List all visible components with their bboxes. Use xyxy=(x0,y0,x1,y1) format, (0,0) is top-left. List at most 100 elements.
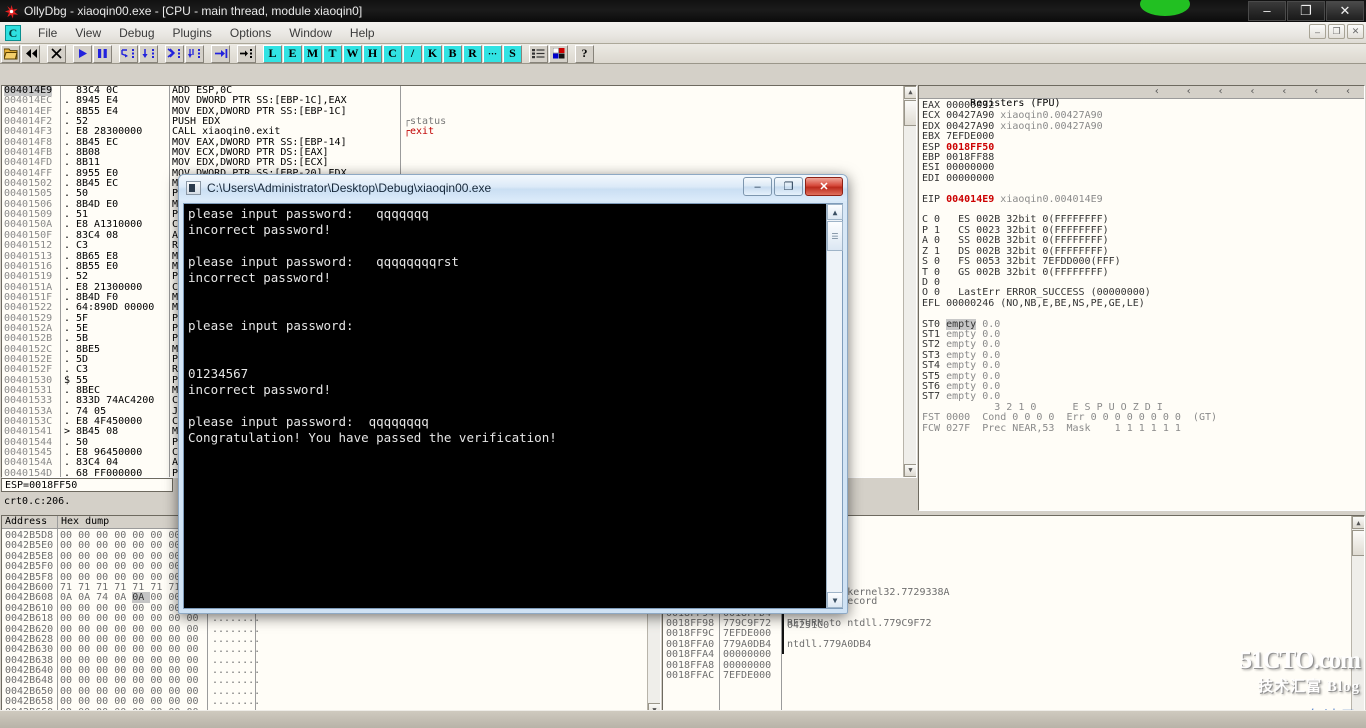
pause-button[interactable] xyxy=(93,44,112,63)
hexdump-row[interactable]: 0042B650 00 00 00 00 00 00 00 00........ xyxy=(2,685,646,697)
disassembly-row[interactable]: 004014FD. 8B11 MOV EDX,DWORD PTR DS:[ECX] xyxy=(2,158,916,169)
console-window[interactable]: C:\Users\Administrator\Desktop\Debug\xia… xyxy=(178,174,848,614)
step-over-button[interactable] xyxy=(139,44,158,63)
handles-button[interactable]: H xyxy=(363,44,382,63)
registers-column-arrows: ‹ ‹ ‹ ‹ ‹ ‹ ‹ xyxy=(1141,86,1364,98)
desktop-close-button[interactable]: ✕ xyxy=(1326,1,1364,21)
console-output: please input password: qqqqqqq incorrect… xyxy=(188,206,557,445)
desktop-minimize-button[interactable]: – xyxy=(1248,1,1286,21)
references-button[interactable]: R xyxy=(463,44,482,63)
hexdump-row[interactable]: 0042B618 00 00 00 00 00 00 00 00........ xyxy=(2,613,646,624)
hexdump-row[interactable]: 0042B620 00 00 00 00 00 00 00 00........ xyxy=(2,624,646,635)
hexdump-ascii: ........ xyxy=(212,685,261,697)
hexdump-address: 0042B600 xyxy=(5,581,54,593)
desktop-titlebar: OllyDbg - xiaoqin00.exe - [CPU - main th… xyxy=(0,0,1366,22)
list-icon-button[interactable] xyxy=(529,44,548,63)
hexdump-row[interactable]: 0042B658 00 00 00 00 00 00 00 00........ xyxy=(2,696,646,708)
menu-item-view[interactable]: View xyxy=(66,24,110,43)
col-arrow-4[interactable]: ‹ xyxy=(1237,86,1269,98)
console-scroll-thumb[interactable]: ☰ xyxy=(827,221,843,251)
help-button[interactable]: ? xyxy=(575,44,594,63)
disassembly-row[interactable]: 004014EF. 8B55 E4 MOV EDX,DWORD PTR SS:[EB… xyxy=(2,106,916,117)
desktop-maximize-button[interactable]: ❐ xyxy=(1287,1,1325,21)
scroll-down-icon[interactable]: ▼ xyxy=(904,464,916,477)
disassembly-scrollbar[interactable]: ▲ ▼ xyxy=(903,86,916,477)
mdi-minimize-button[interactable]: – xyxy=(1309,24,1326,39)
hexdump-row[interactable]: 0042B628 00 00 00 00 00 00 00 00........ xyxy=(2,634,646,645)
registers-title: Registers (FPU) xyxy=(970,98,1061,109)
console-scroll-down-icon[interactable]: ▼ xyxy=(827,592,843,608)
disassembly-row[interactable]: 004014F8. 8B45 EC MOV EAX,DWORD PTR SS:[EB… xyxy=(2,137,916,148)
col-arrow-3[interactable]: ‹ xyxy=(1205,86,1237,98)
menu-item-plugins[interactable]: Plugins xyxy=(164,24,221,43)
stack-address: 0018FFA4 xyxy=(666,649,715,661)
patches-button[interactable]: / xyxy=(403,44,422,63)
menu-item-window[interactable]: Window xyxy=(280,24,341,43)
col-arrow-6[interactable]: ‹ xyxy=(1300,86,1332,98)
call-stack-button[interactable]: K xyxy=(423,44,442,63)
restart-button[interactable] xyxy=(21,44,40,63)
col-arrow-1[interactable]: ‹ xyxy=(1141,86,1173,98)
threads-button[interactable]: T xyxy=(323,44,342,63)
registers-panel[interactable]: Registers (FPU) ‹ ‹ ‹ ‹ ‹ ‹ ‹ EAX 000000… xyxy=(918,85,1365,511)
toolbar: L E M T W H C / K B R ··· S ? xyxy=(0,44,1366,64)
disassembly-marker: . xyxy=(64,271,71,283)
disassembly-row[interactable]: 004014FB. 8B08 MOV ECX,DWORD PTR DS:[EAX] xyxy=(2,147,916,158)
log-window-button[interactable]: L xyxy=(263,44,282,63)
console-scrollbar[interactable]: ▲ ☰ ▼ xyxy=(826,204,843,608)
console-maximize-button[interactable]: ❐ xyxy=(774,177,803,196)
hexdump-row[interactable]: 0042B630 00 00 00 00 00 00 00 00........ xyxy=(2,644,646,656)
col-arrow-2[interactable]: ‹ xyxy=(1173,86,1205,98)
menu-item-debug[interactable]: Debug xyxy=(110,24,163,43)
col-arrow-7[interactable]: ‹ xyxy=(1332,86,1364,98)
console-titlebar[interactable]: C:\Users\Administrator\Desktop\Debug\xia… xyxy=(179,175,847,201)
breakpoints-button[interactable]: B xyxy=(443,44,462,63)
step-into-button[interactable] xyxy=(119,44,138,63)
palette-icon-button[interactable] xyxy=(549,44,568,63)
console-minimize-button[interactable]: – xyxy=(743,177,772,196)
close-program-button[interactable] xyxy=(47,44,66,63)
hexdump-address: 0042B630 xyxy=(5,644,54,656)
cpu-window-icon[interactable]: C xyxy=(5,25,21,41)
scroll-thumb[interactable] xyxy=(904,100,916,126)
desktop-title-text: OllyDbg - xiaoqin00.exe - [CPU - main th… xyxy=(24,4,363,18)
cpu-button[interactable]: C xyxy=(383,44,402,63)
hexdump-ascii: ........ xyxy=(212,696,261,708)
mdi-close-button[interactable]: ✕ xyxy=(1347,24,1364,39)
col-arrow-5[interactable]: ‹ xyxy=(1268,86,1300,98)
stack-value: 779A0DB4 xyxy=(723,638,772,650)
scroll-up-icon[interactable]: ▲ xyxy=(1352,516,1364,529)
trace-into-button[interactable] xyxy=(165,44,184,63)
menu-item-help[interactable]: Help xyxy=(341,24,384,43)
open-file-button[interactable] xyxy=(1,44,20,63)
executable-modules-button[interactable]: E xyxy=(283,44,302,63)
hexdump-col-address[interactable]: Address xyxy=(2,516,58,529)
stack-row[interactable]: 04251C0 xyxy=(663,620,1350,631)
disassembly-opcodes: 52 xyxy=(76,271,89,283)
console-close-button[interactable]: ✕ xyxy=(805,177,843,196)
run-trace-button[interactable]: ··· xyxy=(483,44,502,63)
scroll-thumb[interactable] xyxy=(1352,530,1364,556)
run-button[interactable] xyxy=(73,44,92,63)
console-body[interactable]: please input password: qqqqqqq incorrect… xyxy=(183,203,843,609)
disassembly-row[interactable]: 004014EC. 8945 E4 MOV DWORD PTR SS:[EBP-1C… xyxy=(2,95,916,106)
trace-over-button[interactable] xyxy=(185,44,204,63)
hexdump-row[interactable]: 0042B640 00 00 00 00 00 00 00 00........ xyxy=(2,665,646,676)
hexdump-row[interactable]: 0042B648 00 00 00 00 00 00 00 00........ xyxy=(2,675,646,686)
execute-till-return-button[interactable] xyxy=(211,44,230,63)
console-scroll-up-icon[interactable]: ▲ xyxy=(827,204,843,220)
execute-till-cursor-button[interactable] xyxy=(237,44,256,63)
stack-address: 0018FFA0 xyxy=(666,638,715,650)
menu-item-options[interactable]: Options xyxy=(221,24,280,43)
memory-map-button[interactable]: M xyxy=(303,44,322,63)
mdi-restore-button[interactable]: ❐ xyxy=(1328,24,1345,39)
scroll-up-icon[interactable]: ▲ xyxy=(904,86,916,99)
disassembly-row[interactable]: 004014E9 83C4 0C ADD ESP,0C xyxy=(2,86,916,97)
disassembly-row[interactable]: 004014F3. E8 28300000 CALL xiaoqin0.exit ┌e… xyxy=(2,127,916,138)
source-button[interactable]: S xyxy=(503,44,522,63)
hexdump-ascii: ........ xyxy=(212,644,261,656)
registers-body[interactable]: EAX 00000032ECX 00427A90 xiaoqin0.00427A… xyxy=(919,99,1364,434)
menu-item-file[interactable]: File xyxy=(29,24,66,43)
hexdump-row[interactable]: 0042B638 00 00 00 00 00 00 00 00........ xyxy=(2,655,646,666)
windows-button[interactable]: W xyxy=(343,44,362,63)
